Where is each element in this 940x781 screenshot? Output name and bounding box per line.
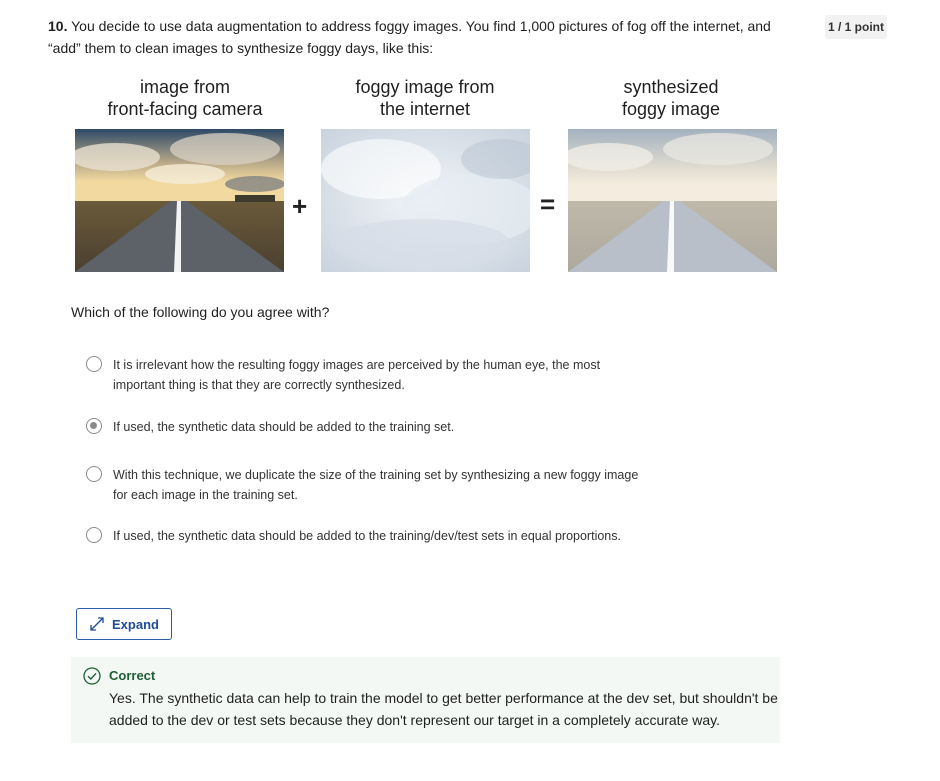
expand-button[interactable]: Expand	[76, 608, 172, 640]
feedback-status: Correct	[109, 668, 156, 683]
equals-sign: =	[540, 189, 556, 219]
option-label: If used, the synthetic data should be ad…	[113, 529, 621, 543]
expand-label: Expand	[112, 616, 159, 632]
expand-arrows-icon	[90, 617, 104, 631]
caption-fog-image: foggy image from the internet	[355, 77, 495, 119]
feedback-panel: Correct Yes. The synthetic data can help…	[71, 657, 780, 743]
points-badge: 1 / 1 point	[825, 15, 887, 39]
check-circle-icon	[83, 667, 101, 685]
feedback-explanation: Yes. The synthetic data can help to trai…	[109, 690, 778, 728]
question-text: 10. You decide to use data augmentation …	[48, 15, 788, 59]
caption-synthesized-image: synthesized foggy image	[621, 77, 721, 119]
camera-road-image	[75, 129, 284, 272]
plus-sign: +	[292, 191, 308, 221]
question-body: You decide to use data augmentation to a…	[48, 18, 771, 56]
option-label: If used, the synthetic data should be ad…	[113, 420, 455, 434]
caption-camera-image: image from front-facing camera	[107, 77, 263, 119]
radio-button[interactable]	[86, 356, 102, 372]
fog-texture-image	[321, 129, 530, 272]
synthesized-foggy-image	[568, 129, 777, 272]
option-label: With this technique, we duplicate the si…	[113, 468, 639, 502]
question-prompt: Which of the following do you agree with…	[71, 304, 330, 320]
option-label: It is irrelevant how the resulting foggy…	[113, 358, 601, 392]
radio-button[interactable]	[86, 527, 102, 543]
radio-button-selected[interactable]	[86, 418, 102, 434]
radio-button[interactable]	[86, 466, 102, 482]
question-number: 10.	[48, 18, 68, 34]
